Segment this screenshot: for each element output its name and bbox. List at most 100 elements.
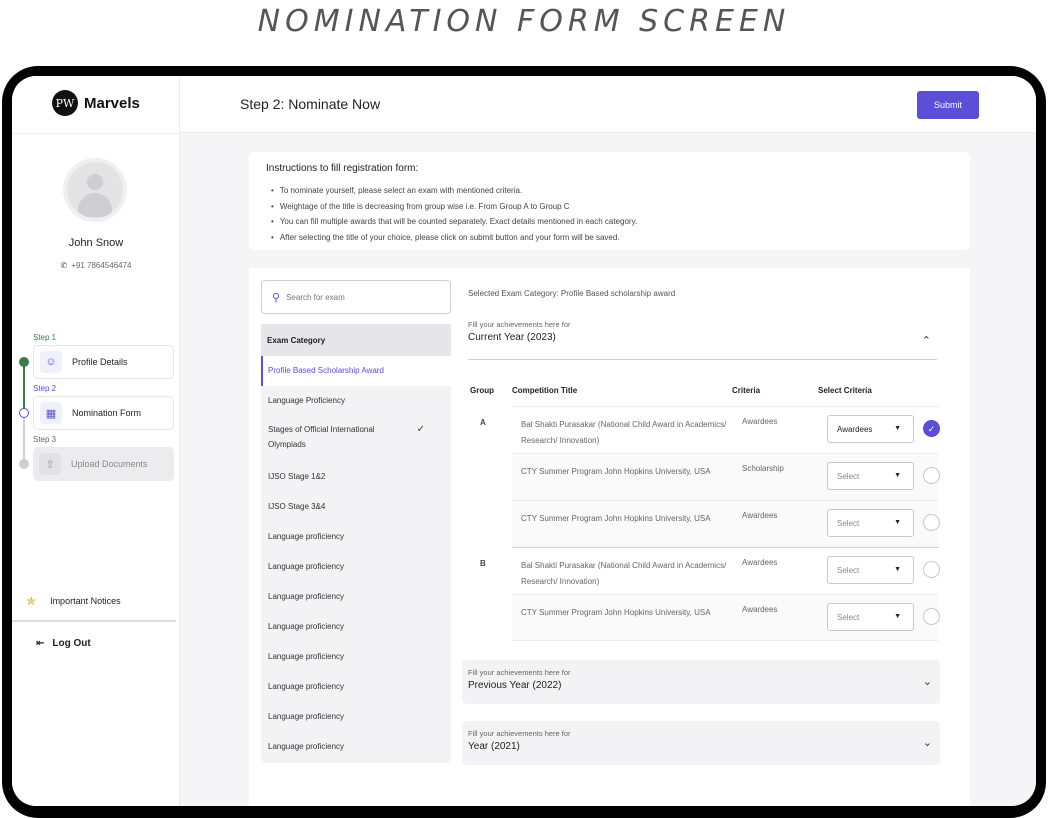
select-criteria-dropdown[interactable]: Select ▼ [827, 603, 914, 631]
select-criteria-dropdown[interactable]: Select ▼ [827, 556, 914, 584]
instruction-item: After selecting the title of your choice… [271, 230, 637, 246]
submit-button[interactable]: Submit [917, 91, 979, 119]
criteria: Awardees [742, 558, 778, 567]
search-input[interactable] [286, 292, 437, 302]
category-item[interactable]: Language proficiency [261, 552, 451, 582]
stepper-line-pending [23, 414, 25, 465]
year-2021-accordion[interactable]: Fill your achievements here for Year (20… [462, 721, 940, 765]
step-3-pending-icon [19, 459, 29, 469]
step-upload-documents[interactable]: ⇧ Upload Documents [33, 447, 174, 481]
category-item[interactable]: Language proficiency [261, 642, 451, 672]
avatar [63, 158, 127, 222]
category-item[interactable]: Language proficiency [261, 582, 451, 612]
upload-icon: ⇧ [39, 453, 61, 475]
competition-title: CTY Summer Program John Hopkins Universi… [521, 467, 711, 476]
sidebar: PW Marvels John Snow ✆ +91 7864546474 Ste… [12, 76, 180, 806]
step-1-label: Step 1 [33, 333, 57, 342]
select-criteria-dropdown[interactable]: Select ▼ [827, 509, 914, 537]
column-header-select-criteria: Select Criteria [818, 386, 872, 395]
previous-year-accordion[interactable]: Fill your achievements here for Previous… [462, 660, 940, 704]
category-label: Language proficiency [268, 562, 345, 571]
category-item[interactable]: Language proficiency [261, 702, 451, 732]
brand-logo[interactable]: PW Marvels [52, 90, 140, 116]
section-subtitle: Fill your achievements here for [468, 320, 571, 329]
table-row: Bal Shakti Purasakar (National Child Awa… [512, 547, 940, 594]
group-label-a: A [480, 418, 486, 427]
step-1-done-icon [19, 357, 29, 367]
select-criteria-dropdown[interactable]: Select ▼ [827, 462, 914, 490]
select-value: Select [837, 613, 860, 622]
caret-down-icon: ▼ [894, 613, 901, 620]
search-box[interactable]: ⚲ [261, 280, 451, 314]
select-value: Select [837, 472, 860, 481]
section-title: Current Year (2023) [468, 332, 556, 343]
instructions-list: To nominate yourself, please select an e… [271, 183, 637, 245]
category-label: Language proficiency [268, 532, 345, 541]
row-radio[interactable] [923, 467, 940, 484]
category-label: Language proficiency [268, 592, 345, 601]
table-row: CTY Summer Program John Hopkins Universi… [512, 453, 940, 500]
category-label: Language Proficiency [268, 396, 345, 405]
category-item[interactable]: Language proficiency [261, 612, 451, 642]
select-value: Select [837, 566, 860, 575]
category-item-language-proficiency[interactable]: Language Proficiency [261, 386, 451, 416]
category-label: Profile Based Scholarship Award [268, 366, 384, 375]
category-item[interactable]: Language proficiency [261, 732, 451, 762]
chevron-down-icon[interactable]: ⌄ [923, 675, 932, 688]
category-item-olympiads[interactable]: Stages of Official International Olympia… [261, 416, 451, 462]
category-item-profile-based-scholarship[interactable]: Profile Based Scholarship Award [261, 356, 451, 386]
select-value: Awardees [837, 425, 873, 434]
page-title: Step 2: Nominate Now [240, 96, 381, 112]
logout-icon: ⇤ [36, 638, 45, 649]
category-label: Language proficiency [268, 712, 345, 721]
section-subtitle: Fill your achievements here for [468, 668, 571, 677]
row-selected-radio[interactable]: ✓ [923, 420, 940, 437]
row-radio[interactable] [923, 561, 940, 578]
category-item-ijso-3-4[interactable]: IJSO Stage 3&4 [261, 492, 451, 522]
row-radio[interactable] [923, 608, 940, 625]
step-upload-documents-label: Upload Documents [71, 459, 148, 469]
step-nomination-form[interactable]: ▦ Nomination Form [33, 396, 174, 430]
instruction-item: You can fill multiple awards that will b… [271, 214, 637, 230]
current-year-section-header[interactable]: Fill your achievements here for Current … [468, 320, 937, 360]
caret-down-icon: ▼ [894, 566, 901, 573]
chevron-up-icon[interactable]: ⌃ [922, 334, 931, 347]
megaphone-icon: ✯ [26, 594, 37, 608]
step-profile-details[interactable]: ☺ Profile Details [33, 345, 174, 379]
select-criteria-dropdown[interactable]: Awardees ▼ [827, 415, 914, 443]
step-nomination-form-label: Nomination Form [72, 408, 142, 418]
page: NOMINATION FORM SCREEN PW Marvels John S… [0, 0, 1048, 818]
avatar-body-icon [78, 193, 112, 217]
category-item[interactable]: Language proficiency [261, 672, 451, 702]
logo-mark-icon: PW [52, 90, 78, 116]
competition-title: CTY Summer Program John Hopkins Universi… [521, 514, 711, 523]
phone-icon: ✆ [60, 261, 68, 270]
category-item[interactable]: Language proficiency [261, 522, 451, 552]
instruction-item: To nominate yourself, please select an e… [271, 183, 637, 199]
logout-button[interactable]: ⇤ Log Out [36, 638, 91, 649]
category-label: Language proficiency [268, 682, 345, 691]
criteria: Awardees [742, 511, 778, 520]
section-title: Year (2021) [468, 741, 520, 752]
important-notices-link[interactable]: ✯ Important Notices [26, 594, 121, 608]
chevron-down-icon[interactable]: ⌄ [923, 736, 932, 749]
table-row: CTY Summer Program John Hopkins Universi… [512, 500, 940, 547]
category-item-ijso-1-2[interactable]: IJSO Stage 1&2 [261, 462, 451, 492]
user-phone: ✆ +91 7864546474 [12, 261, 180, 270]
competition-title: CTY Summer Program John Hopkins Universi… [521, 608, 711, 617]
instructions-title: Instructions to fill registration form: [266, 163, 419, 174]
criteria: Scholarship [742, 464, 784, 473]
selected-exam-category: Selected Exam Category: Profile Based sc… [468, 289, 676, 298]
sidebar-divider [12, 133, 180, 134]
check-icon: ✓ [416, 424, 425, 435]
brand-name: Marvels [84, 94, 140, 112]
competition-title: Bal Shakti Purasakar (National Child Awa… [521, 561, 727, 586]
select-value: Select [837, 519, 860, 528]
row-radio[interactable] [923, 514, 940, 531]
step-2-label: Step 2 [33, 384, 57, 393]
user-name: John Snow [68, 237, 124, 249]
top-header: Step 2: Nominate Now Submit [180, 76, 1036, 133]
column-header-group: Group [470, 386, 494, 395]
document-icon: ▦ [40, 402, 62, 424]
category-label: IJSO Stage 1&2 [268, 472, 326, 481]
